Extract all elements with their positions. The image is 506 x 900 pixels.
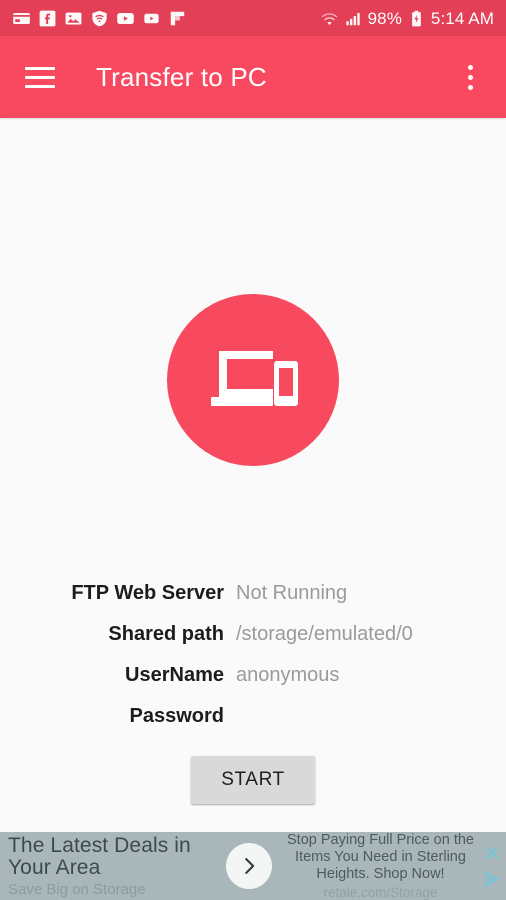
app-bar: Transfer to PC [0,36,506,118]
start-button-container: START [0,756,506,804]
youtube-music-icon [144,13,159,23]
start-button[interactable]: START [191,756,315,804]
youtube-icon [117,12,134,24]
hamburger-menu-icon[interactable] [18,55,62,99]
ad-cta-container[interactable] [213,832,285,900]
status-bar-notification-icons [12,9,187,28]
wifi-searching-icon [321,12,337,25]
wallet-icon [13,12,30,24]
ad-banner[interactable]: The Latest Deals in Your Area Save Big o… [0,832,506,900]
ad-cta-button[interactable] [226,843,272,889]
clock-label: 5:14 AM [430,8,494,28]
facebook-icon [39,10,56,26]
main-content: FTP Web Server Not Running Shared path /… [0,118,506,900]
close-icon[interactable] [483,844,501,862]
page-title: Transfer to PC [96,61,267,92]
info-label: Password [129,705,224,727]
info-row-username[interactable]: UserName anonymous [0,664,506,705]
ad-subline: Save Big on Storage [8,880,146,898]
info-row-shared-path[interactable]: Shared path /storage/emulated/0 [0,623,506,664]
ad-right-text-block: Stop Paying Full Price on the Items You … [285,832,480,900]
status-bar-system-icons: 98% 5:14 AM [320,9,494,28]
adchoices-icon[interactable] [483,870,501,888]
info-label: UserName [125,664,224,686]
server-info-list: FTP Web Server Not Running Shared path /… [0,582,506,746]
devices-hero-badge [167,294,339,466]
overflow-menu-icon[interactable] [450,53,490,101]
info-value: Not Running [236,582,348,604]
battery-percent-label: 98% [367,8,402,28]
devices-laptop-phone-icon [211,351,298,406]
status-bar: 98% 5:14 AM [0,0,506,36]
ad-headline: The Latest Deals in Your Area [8,833,191,880]
battery-charging-icon [412,10,421,26]
gallery-icon [65,12,82,24]
phone-screen: 98% 5:14 AM Transfer to PC FTP Web Serve… [0,0,506,900]
ad-left-text-block: The Latest Deals in Your Area Save Big o… [0,832,213,900]
chevron-right-icon [245,858,255,874]
info-row-password[interactable]: Password [0,705,506,746]
info-value: /storage/emulated/0 [236,623,413,645]
info-label: Shared path [108,623,224,645]
info-row-ftp-web-server: FTP Web Server Not Running [0,582,506,623]
ad-body: Stop Paying Full Price on the Items You … [287,832,474,882]
ad-url: retale.com/Storage [323,884,438,900]
flipboard-icon [170,11,185,25]
vpn-shield-icon [92,10,107,26]
info-label: FTP Web Server [71,582,224,604]
info-value: anonymous [236,664,340,686]
cellular-signal-icon [345,12,360,25]
ad-controls [480,832,506,900]
